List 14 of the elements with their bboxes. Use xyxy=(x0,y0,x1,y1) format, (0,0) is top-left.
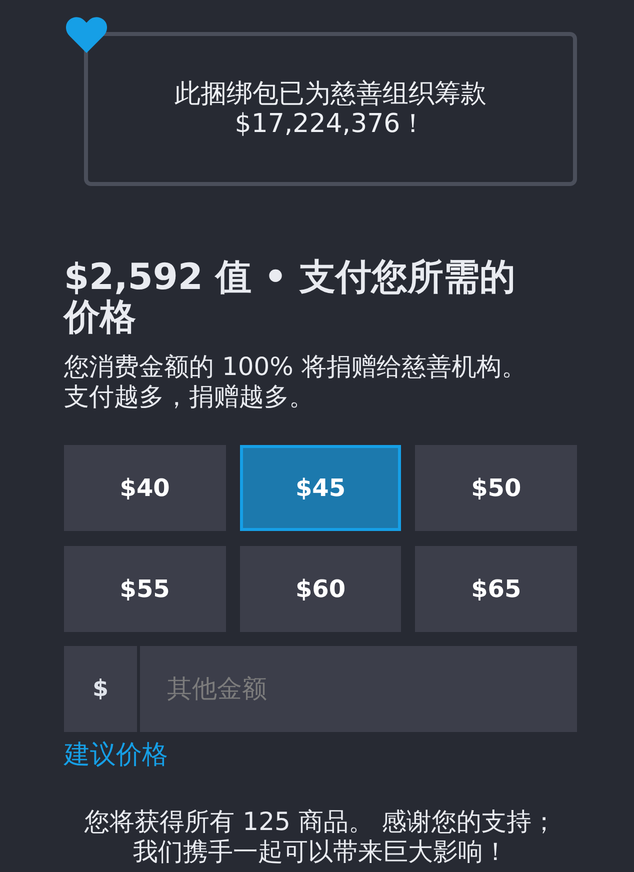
price-option[interactable]: $65 xyxy=(415,546,577,632)
banner-text: 此捆绑包已为慈善组织筹款 $17,224,376！ xyxy=(174,79,488,139)
donation-note: 您消费金额的 100% 将捐赠给慈善机构。支付越多，捐赠越多。 xyxy=(64,352,528,412)
price-option[interactable]: $60 xyxy=(240,546,402,632)
price-option[interactable]: $55 xyxy=(64,546,226,632)
amount-field[interactable]: 其他金额 xyxy=(140,646,577,732)
price-heading: $2,592 值 • 支付您所需的价格 xyxy=(64,258,517,338)
price-option[interactable]: $50 xyxy=(415,445,577,531)
currency-prefix: $ xyxy=(64,646,137,732)
price-option[interactable]: $45 xyxy=(240,445,402,531)
heart-icon xyxy=(66,17,107,53)
price-option[interactable]: $40 xyxy=(64,445,226,531)
suggested-price-link[interactable]: 建议价格 xyxy=(64,740,168,770)
thanks-text: 您将获得所有 125 商品。 感谢您的支持；我们携手一起可以带来巨大影响！ xyxy=(84,807,558,867)
